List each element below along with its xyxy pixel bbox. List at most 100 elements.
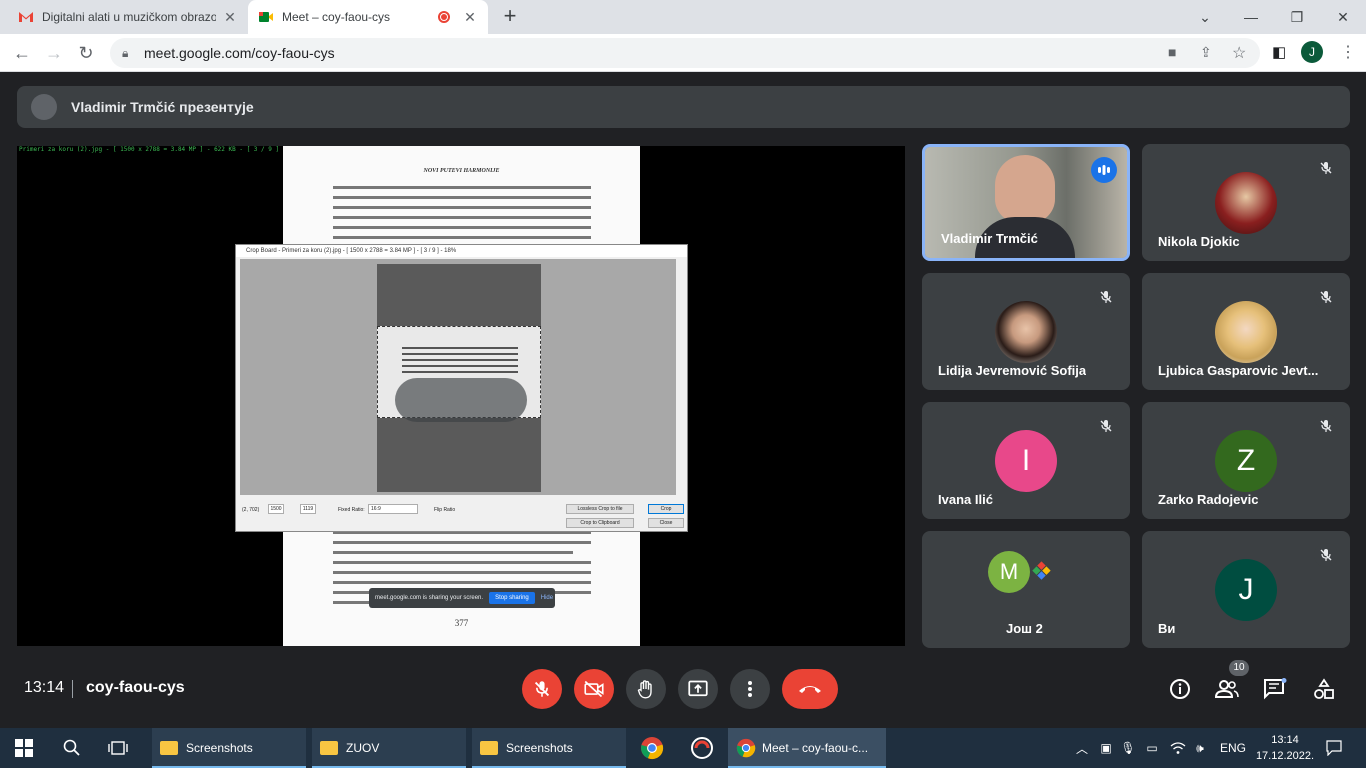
- new-tab-button[interactable]: +: [498, 4, 522, 28]
- volume-icon[interactable]: 🕪︎: [1190, 738, 1210, 758]
- avatar: I: [995, 430, 1057, 492]
- minimize-button[interactable]: —: [1228, 0, 1274, 34]
- mic-toggle-button[interactable]: [522, 669, 562, 709]
- microphone-icon[interactable]: 🎙︎: [1118, 738, 1138, 758]
- presentation-stage[interactable]: Primeri za koru (2).jpg - [ 1500 x 2788 …: [17, 146, 905, 646]
- avatar: Z: [1215, 430, 1277, 492]
- taskbar-item-screenshots-2[interactable]: Screenshots: [472, 728, 626, 768]
- network-device-icon[interactable]: ▣: [1096, 738, 1116, 758]
- system-time: 13:14: [1271, 734, 1299, 746]
- restore-button[interactable]: ❐: [1274, 0, 1320, 34]
- mic-off-icon: [1314, 543, 1338, 567]
- participant-name: Nikola Djokic: [1158, 234, 1240, 249]
- battery-icon[interactable]: ▭: [1142, 738, 1162, 758]
- windows-start-icon[interactable]: [14, 738, 34, 758]
- search-icon[interactable]: [62, 738, 82, 758]
- profile-avatar[interactable]: J: [1301, 41, 1323, 63]
- address-bar[interactable]: 🔒︎ meet.google.com/coy-faou-cys: [110, 38, 1260, 68]
- tab-meet[interactable]: Meet – coy-faou-cys ✕: [248, 0, 488, 34]
- notifications-icon[interactable]: [1324, 738, 1344, 758]
- crop-width-input[interactable]: 1500: [268, 504, 284, 514]
- participant-tile-nikola[interactable]: Nikola Djokic: [1142, 144, 1350, 261]
- lock-icon: 🔒︎: [122, 45, 129, 60]
- close-button[interactable]: Close: [648, 518, 684, 528]
- camera-icon[interactable]: ■: [1168, 44, 1176, 60]
- tab-gmail[interactable]: Digitalni alati u muzičkom obrazo ✕: [8, 0, 248, 34]
- more-options-button[interactable]: [730, 669, 770, 709]
- meeting-details-button[interactable]: [1167, 676, 1193, 702]
- forward-button[interactable]: →: [40, 39, 68, 67]
- tab-title: Digitalni alati u muzičkom obrazo: [42, 10, 216, 24]
- leave-call-button[interactable]: [782, 669, 838, 709]
- app-icon[interactable]: [690, 736, 714, 760]
- participant-tile-vladimir[interactable]: Vladimir Trmčić: [922, 144, 1130, 261]
- meeting-code: coy-faou-cys: [86, 679, 185, 696]
- system-clock[interactable]: 13:14 17.12.2022.: [1254, 732, 1316, 764]
- fixed-ratio-select[interactable]: 16:9: [368, 504, 418, 514]
- language-indicator[interactable]: ENG: [1220, 728, 1246, 768]
- participant-name: Zarko Radojevic: [1158, 492, 1259, 507]
- participant-tile-you[interactable]: J Ви: [1142, 531, 1350, 648]
- mic-off-icon: [1314, 414, 1338, 438]
- chrome-icon[interactable]: [640, 736, 664, 760]
- chat-icon: [1264, 678, 1287, 700]
- mic-off-overlay: [395, 378, 527, 422]
- people-button[interactable]: [1214, 676, 1240, 702]
- mic-off-icon: [1314, 156, 1338, 180]
- chevron-up-icon[interactable]: ︿: [1072, 738, 1092, 758]
- close-window-button[interactable]: ✕: [1320, 0, 1366, 34]
- hide-button[interactable]: Hide: [541, 595, 553, 601]
- avatar: J: [1215, 559, 1277, 621]
- presenter-label: Vladimir Trmčić презентује: [71, 99, 254, 115]
- page-number: 377: [454, 618, 469, 628]
- bookmark-star-icon[interactable]: ☆: [1232, 43, 1246, 63]
- url-text: meet.google.com/coy-faou-cys: [144, 45, 335, 61]
- close-icon[interactable]: ✕: [222, 9, 238, 26]
- taskbar-item-label: Screenshots: [186, 741, 253, 755]
- chat-button[interactable]: [1262, 676, 1288, 702]
- mic-off-icon: [1094, 414, 1118, 438]
- lossless-crop-checkbox[interactable]: Lossless Crop to file: [566, 504, 634, 514]
- gmail-icon: [19, 12, 33, 22]
- task-view-icon[interactable]: [108, 738, 128, 758]
- participant-tile-lidija[interactable]: Lidija Jevremović Sofija: [922, 273, 1130, 390]
- participant-name: Lidija Jevremović Sofija: [938, 363, 1087, 378]
- participant-tile-ivana[interactable]: I Ivana Ilić: [922, 402, 1130, 519]
- wifi-icon[interactable]: [1168, 738, 1188, 758]
- chrome-icon: [736, 738, 756, 758]
- activities-icon: [1314, 678, 1334, 699]
- participant-tile-zarko[interactable]: Z Zarko Radojevic: [1142, 402, 1350, 519]
- participant-tile-more[interactable]: M Још 2: [922, 531, 1130, 648]
- back-button[interactable]: ←: [8, 39, 36, 67]
- taskbar-item-meet[interactable]: Meet – coy-faou-c...: [728, 728, 886, 768]
- viewer-info-text: Primeri za koru (2).jpg - [ 1500 x 2788 …: [19, 146, 301, 153]
- taskbar-item-label: Meet – coy-faou-c...: [762, 741, 869, 755]
- side-panel-icon[interactable]: ◧: [1272, 43, 1286, 61]
- crop-button[interactable]: Crop: [648, 504, 684, 514]
- stop-sharing-button[interactable]: Stop sharing: [489, 592, 535, 604]
- raise-hand-button[interactable]: [626, 669, 666, 709]
- activities-button[interactable]: [1311, 676, 1337, 702]
- folder-icon: [320, 741, 338, 755]
- doc-header: NOVI PUTEVI HARMONIJE: [423, 168, 500, 174]
- meet-icon: [259, 12, 273, 22]
- people-icon: [1215, 680, 1239, 698]
- crop-to-clipboard-button[interactable]: Crop to Clipboard: [566, 518, 634, 528]
- reload-button[interactable]: ↻: [72, 39, 100, 67]
- share-icon[interactable]: ⇪: [1200, 44, 1212, 61]
- crop-height-input[interactable]: 1119: [300, 504, 316, 514]
- close-icon[interactable]: ✕: [462, 9, 478, 26]
- tab-search-icon[interactable]: ⌄: [1182, 0, 1228, 34]
- flip-ratio-checkbox[interactable]: Flip Ratio: [434, 507, 455, 513]
- participant-tile-ljubica[interactable]: Ljubica Gasparovic Jevt...: [1142, 273, 1350, 390]
- camera-toggle-button[interactable]: [574, 669, 614, 709]
- crop-canvas[interactable]: [240, 259, 676, 495]
- menu-icon[interactable]: ⋮: [1340, 42, 1356, 62]
- taskbar-item-zuov[interactable]: ZUOV: [312, 728, 466, 768]
- crop-coords: (2, 702): [242, 507, 260, 513]
- taskbar-item-label: ZUOV: [346, 741, 380, 755]
- taskbar-item-screenshots-1[interactable]: Screenshots: [152, 728, 306, 768]
- present-now-button[interactable]: [678, 669, 718, 709]
- windows-taskbar: Screenshots ZUOV Screenshots Meet – coy-…: [0, 728, 1366, 768]
- participant-photo: [995, 301, 1057, 363]
